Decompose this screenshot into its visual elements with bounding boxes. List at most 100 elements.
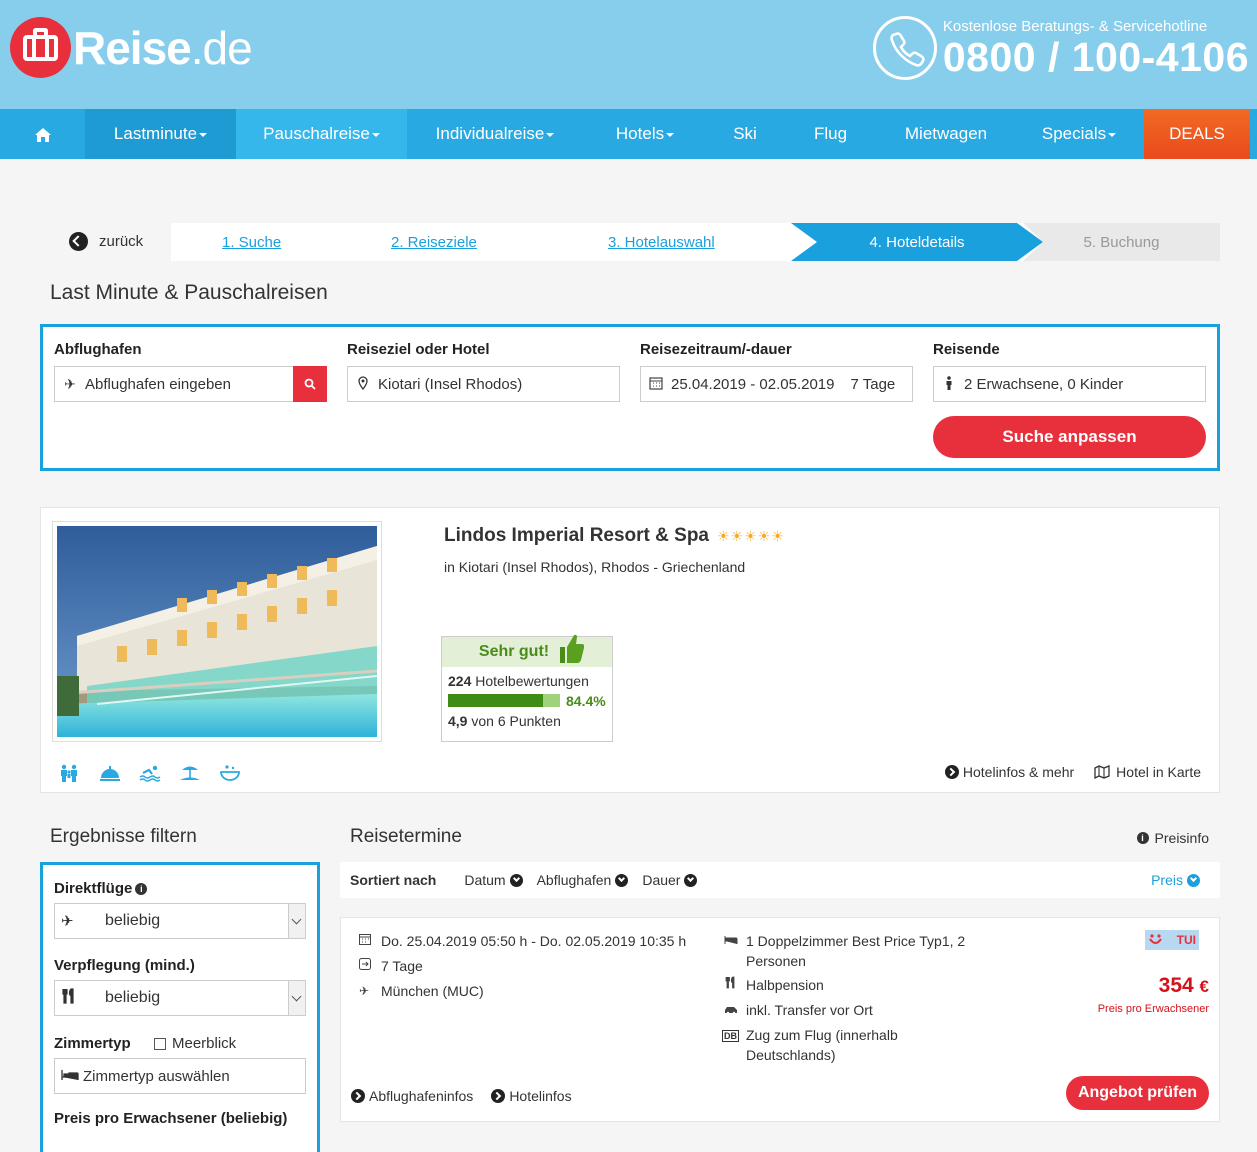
- duration-icon: [359, 956, 381, 976]
- hotel-photo[interactable]: [52, 521, 382, 742]
- offer-links: Abflughafeninfos Hotelinfos: [351, 1088, 590, 1104]
- sort-dauer[interactable]: Dauer: [642, 872, 698, 888]
- step-hoteldetails: 4. Hoteldetails: [791, 223, 1043, 261]
- verpflegung-label: Verpflegung (mind.): [54, 957, 195, 974]
- rating-box[interactable]: Sehr gut! 224 Hotelbewertungen 84.4% 4,9…: [441, 634, 613, 742]
- chevron-down-icon: [509, 873, 523, 887]
- step-buchung: 5. Buchung: [1023, 223, 1220, 261]
- step-suche[interactable]: 1. Suche: [222, 223, 281, 261]
- preis-filter-label: Preis pro Erwachsener (beliebig): [54, 1110, 288, 1127]
- spa-icon: [219, 764, 259, 787]
- zeitraum-label: Reisezeitraum/-dauer: [640, 341, 792, 358]
- person-icon: [940, 375, 958, 393]
- filter-panel: Direktflüge i ✈ beliebig Verpflegung (min…: [40, 862, 320, 1152]
- hotel-map-link[interactable]: Hotel in Karte: [1094, 764, 1201, 780]
- suche-anpassen-button[interactable]: Suche anpassen: [933, 416, 1206, 458]
- abflughafeninfos-link[interactable]: Abflughafeninfos: [351, 1088, 473, 1104]
- back-link[interactable]: zurück: [69, 232, 143, 251]
- filter-title: Ergebnisse filtern: [50, 826, 197, 847]
- info-icon: i: [1136, 832, 1149, 844]
- hotel-stars: ☀☀☀☀☀: [717, 528, 785, 544]
- rating-label: Sehr gut!: [478, 643, 550, 660]
- location-pin-icon: [354, 375, 372, 393]
- preisinfo-link[interactable]: i Preisinfo: [1136, 830, 1209, 846]
- search-section-title: Last Minute & Pauschalreisen: [50, 281, 328, 304]
- abflughafen-placeholder: Abflughafen eingeben: [85, 375, 231, 393]
- reisende-field: Reisende 2 Erwachsene, 0 Kinder: [933, 341, 1206, 402]
- site-logo[interactable]: Reise.de: [10, 17, 253, 78]
- reisende-input[interactable]: 2 Erwachsene, 0 Kinder: [933, 366, 1206, 402]
- hotline-number[interactable]: 0800 / 100-4106: [943, 35, 1249, 79]
- abflughafen-label: Abflughafen: [54, 341, 142, 358]
- offer-dates: Do. 25.04.2019 05:50 h - Do. 02.05.2019 …: [359, 931, 686, 951]
- sort-label: Sortiert nach: [350, 872, 437, 888]
- beach-icon: [179, 764, 219, 787]
- hotel-card: Lindos Imperial Resort & Spa ☀☀☀☀☀ in Kio…: [40, 507, 1220, 793]
- bed-icon: [55, 1068, 83, 1085]
- step-reiseziele[interactable]: 2. Reiseziele: [391, 223, 477, 261]
- offer-hotelinfos-link[interactable]: Hotelinfos: [491, 1088, 572, 1104]
- meerblick-checkbox[interactable]: Meerblick: [154, 1035, 236, 1052]
- angebot-pruefen-button[interactable]: Angebot prüfen: [1066, 1076, 1209, 1110]
- sort-preis[interactable]: Preis: [1151, 872, 1200, 888]
- thumbs-up-icon: [560, 634, 584, 663]
- nav-home[interactable]: [0, 109, 85, 159]
- abflughafen-search-button[interactable]: [293, 366, 327, 402]
- offer-transfer: inkl. Transfer vor Ort: [724, 1000, 873, 1020]
- cutlery-icon: [724, 975, 746, 995]
- reiseziel-value: Kiotari (Insel Rhodos): [378, 375, 523, 393]
- chevron-down-icon: [288, 904, 305, 938]
- sort-datum[interactable]: Datum: [464, 872, 523, 888]
- hotelinfos-link[interactable]: Hotelinfos & mehr: [944, 764, 1074, 780]
- bed-icon: [724, 931, 746, 951]
- recommend-bar: [448, 694, 560, 708]
- nav-individualreise[interactable]: Individualreise: [407, 109, 583, 159]
- direktfluege-select[interactable]: ✈ beliebig: [54, 903, 306, 939]
- offer-duration: 7 Tage: [359, 956, 423, 976]
- map-icon: [1094, 765, 1110, 779]
- recommend-pct: 84.4%: [566, 692, 606, 709]
- nav-pauschalreise[interactable]: Pauschalreise: [236, 109, 407, 159]
- nav-mietwagen[interactable]: Mietwagen: [878, 109, 1014, 159]
- results-title: Reisetermine: [350, 826, 462, 847]
- search-icon: [304, 378, 316, 390]
- nav-deals[interactable]: DEALS: [1144, 109, 1250, 159]
- arrow-right-icon: [491, 1089, 506, 1103]
- offer-board: Halbpension: [724, 975, 824, 995]
- calendar-icon: [359, 931, 381, 951]
- logo-text: Reise.de: [73, 21, 253, 74]
- chevron-down-icon: [615, 873, 629, 887]
- amenity-icons: [59, 764, 259, 787]
- chevron-down-icon: [1187, 873, 1200, 887]
- zimmertyp-input[interactable]: Zimmertyp auswählen: [54, 1058, 306, 1094]
- info-icon[interactable]: i: [135, 883, 148, 896]
- hotline: Kostenlose Beratungs- & Servicehotline 0…: [872, 16, 1249, 80]
- review-count-line: 224 Hotelbewertungen: [448, 673, 589, 689]
- zeitraum-input[interactable]: 25.04.2019 - 02.05.2019 7 Tage: [640, 366, 913, 402]
- nav-flug[interactable]: Flug: [783, 109, 878, 159]
- step-hotelauswahl[interactable]: 3. Hotelauswahl: [608, 223, 715, 261]
- main-nav: Lastminute Pauschalreise Individualreise…: [0, 109, 1257, 159]
- suitcase-icon: [10, 17, 71, 78]
- nav-lastminute[interactable]: Lastminute: [85, 109, 236, 159]
- offer-rail: DB Zug zum Flug (innerhalb Deutschlands): [722, 1027, 898, 1063]
- offer-price: 354 €: [1158, 974, 1209, 997]
- nav-hotels[interactable]: Hotels: [583, 109, 707, 159]
- booking-steps: 1. Suche 2. Reiseziele 3. Hotelauswahl 4…: [171, 223, 1220, 261]
- reiseziel-input[interactable]: Kiotari (Insel Rhodos): [347, 366, 620, 402]
- calendar-icon: [647, 376, 665, 393]
- arrow-right-icon: [944, 765, 959, 779]
- service-bell-icon: [99, 764, 139, 787]
- nav-ski[interactable]: Ski: [707, 109, 783, 159]
- sort-abflughafen[interactable]: Abflughafen: [537, 872, 629, 888]
- car-icon: [724, 1000, 746, 1020]
- nav-specials[interactable]: Specials: [1014, 109, 1144, 159]
- back-arrow-icon: [69, 232, 88, 251]
- abflughafen-input[interactable]: ✈ Abflughafen eingeben: [54, 366, 327, 402]
- chevron-down-icon: [684, 873, 698, 887]
- verpflegung-select[interactable]: beliebig: [54, 980, 306, 1016]
- phone-icon: [872, 16, 937, 80]
- home-icon: [34, 127, 51, 142]
- offer-card: Do. 25.04.2019 05:50 h - Do. 02.05.2019 …: [340, 917, 1220, 1122]
- sort-bar: Sortiert nach Datum Abflughafen Dauer Pr…: [340, 862, 1220, 898]
